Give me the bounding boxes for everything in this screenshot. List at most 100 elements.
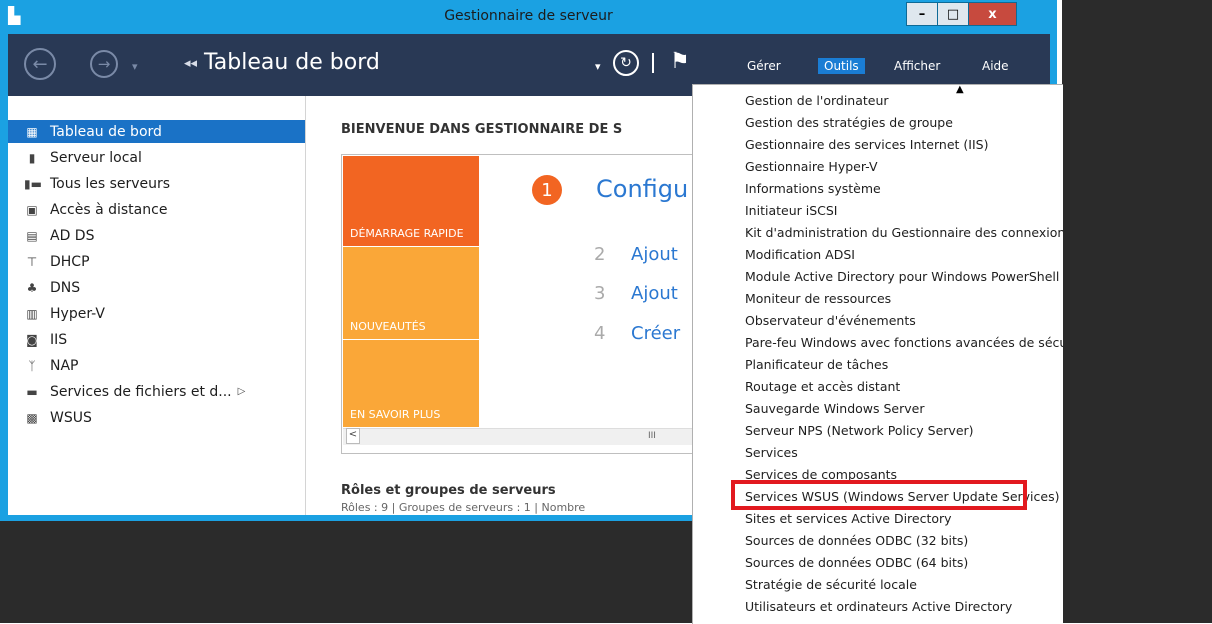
sidebar-item-iis[interactable]: ◙ IIS xyxy=(8,328,305,351)
step-4-link[interactable]: Créer xyxy=(631,323,680,344)
menu-item[interactable]: Gestionnaire des services Internet (IIS) xyxy=(745,137,988,152)
notifications-flag-icon[interactable]: ⚑ xyxy=(670,49,690,74)
sidebar-item-ad-ds[interactable]: ▤ AD DS xyxy=(8,224,305,247)
step-3-number: 3 xyxy=(594,283,606,304)
toolbar-separator xyxy=(652,53,654,73)
menu-item[interactable]: Utilisateurs et ordinateurs Active Direc… xyxy=(745,599,1012,614)
menu-item[interactable]: Planificateur de tâches xyxy=(745,357,888,372)
tile-label: EN SAVOIR PLUS xyxy=(350,408,441,421)
expand-arrow-icon[interactable]: ▷ xyxy=(238,386,246,397)
desktop-background-right xyxy=(1062,0,1212,521)
sidebar-item-label: Tableau de bord xyxy=(50,123,162,140)
welcome-heading: BIENVENUE DANS GESTIONNAIRE DE S xyxy=(341,122,623,137)
step-1-badge: 1 xyxy=(532,175,562,205)
horizontal-scrollbar[interactable]: < III xyxy=(343,428,701,445)
menu-item[interactable]: Informations système xyxy=(745,181,881,196)
menu-gerer[interactable]: Gérer xyxy=(747,59,781,73)
hyper-v-icon: ▥ xyxy=(26,306,38,321)
sidebar-item-label: IIS xyxy=(50,331,68,348)
step-4-number: 4 xyxy=(594,323,606,344)
menu-item[interactable]: Sauvegarde Windows Server xyxy=(745,401,924,416)
scroll-thumb[interactable]: III xyxy=(648,431,656,441)
tile-en-savoir-plus[interactable]: EN SAVOIR PLUS xyxy=(343,340,479,427)
menu-item[interactable]: Serveur NPS (Network Policy Server) xyxy=(745,423,974,438)
maximize-button[interactable]: □ xyxy=(938,3,969,25)
menu-item[interactable]: Gestion de l'ordinateur xyxy=(745,93,889,108)
sidebar-item-tableau-de-bord[interactable]: ▦ Tableau de bord xyxy=(8,120,305,143)
title-bar: ▙ Gestionnaire de serveur – □ x xyxy=(0,0,1057,34)
tools-dropdown-menu: ▲ Gestion de l'ordinateur Gestion des st… xyxy=(692,84,1063,624)
sidebar-item-label: Hyper-V xyxy=(50,305,105,322)
scroll-up-caret-icon[interactable]: ▲ xyxy=(956,85,964,95)
sidebar-item-tous-les-serveurs[interactable]: ▮▬ Tous les serveurs xyxy=(8,172,305,195)
menu-item[interactable]: Modification ADSI xyxy=(745,247,855,262)
menu-item[interactable]: Moniteur de ressources xyxy=(745,291,891,306)
sidebar-item-serveur-local[interactable]: ▮ Serveur local xyxy=(8,146,305,169)
menu-item[interactable]: Sites et services Active Directory xyxy=(745,511,952,526)
sidebar-item-label: AD DS xyxy=(50,227,95,244)
breadcrumb-dropdown-icon[interactable]: ▾ xyxy=(595,60,601,73)
nap-icon: ᛉ xyxy=(28,358,36,373)
tile-nouveautes[interactable]: NOUVEAUTÉS xyxy=(343,247,479,339)
sidebar-item-wsus[interactable]: ▩ WSUS xyxy=(8,406,305,429)
sidebar-item-dns[interactable]: ♣ DNS xyxy=(8,276,305,299)
roles-summary: Rôles : 9 | Groupes de serveurs : 1 | No… xyxy=(341,501,586,514)
sidebar-item-label: Tous les serveurs xyxy=(50,175,171,192)
menu-item[interactable]: Routage et accès distant xyxy=(745,379,900,394)
scroll-left-button[interactable]: < xyxy=(346,428,360,444)
menu-item[interactable]: Initiateur iSCSI xyxy=(745,203,838,218)
minimize-button[interactable]: – xyxy=(907,3,938,25)
tile-demarrage-rapide[interactable]: DÉMARRAGE RAPIDE xyxy=(343,156,479,246)
step-1-link[interactable]: Configu xyxy=(596,175,688,203)
sidebar-item-label: NAP xyxy=(50,357,79,374)
refresh-icon[interactable]: ↻ xyxy=(613,50,639,76)
menu-item[interactable]: Gestion des stratégies de groupe xyxy=(745,115,953,130)
wsus-icon: ▩ xyxy=(26,410,38,425)
sidebar-item-label: Accès à distance xyxy=(50,201,168,218)
sidebar-item-label: DNS xyxy=(50,279,81,296)
sidebar-item-services-de-fichiers[interactable]: ▬ Services de fichiers et d... ▷ xyxy=(8,380,305,403)
menu-item[interactable]: Sources de données ODBC (32 bits) xyxy=(745,533,968,548)
close-button[interactable]: x xyxy=(969,3,1016,25)
iis-icon: ◙ xyxy=(26,332,38,347)
file-services-icon: ▬ xyxy=(26,384,38,399)
sidebar-item-dhcp[interactable]: ⊤ DHCP xyxy=(8,250,305,273)
menu-afficher[interactable]: Afficher xyxy=(894,59,940,73)
sidebar-item-label: Services de fichiers et d... xyxy=(50,383,232,400)
menu-item[interactable]: Kit d'administration du Gestionnaire des… xyxy=(745,225,1063,240)
sidebar-item-label: WSUS xyxy=(50,409,92,426)
highlight-box xyxy=(731,480,1027,510)
sidebar-item-acces-a-distance[interactable]: ▣ Accès à distance xyxy=(8,198,305,221)
menu-item[interactable]: Sources de données ODBC (64 bits) xyxy=(745,555,968,570)
sidebar-item-label: DHCP xyxy=(50,253,90,270)
menu-item[interactable]: Services xyxy=(745,445,798,460)
chevron-down-icon[interactable]: ▾ xyxy=(132,60,138,73)
sidebar-item-nap[interactable]: ᛉ NAP xyxy=(8,354,305,377)
dns-icon: ♣ xyxy=(26,280,38,295)
tile-label: NOUVEAUTÉS xyxy=(350,320,426,333)
window-title: Gestionnaire de serveur xyxy=(444,8,613,24)
menu-item[interactable]: Pare-feu Windows avec fonctions avancées… xyxy=(745,335,1063,350)
back-button[interactable]: ← xyxy=(24,48,56,80)
menu-item[interactable]: Module Active Directory pour Windows Pow… xyxy=(745,269,1059,284)
dashboard-icon: ▦ xyxy=(26,124,38,139)
page-title: Tableau de bord xyxy=(204,50,380,75)
menu-item[interactable]: Observateur d'événements xyxy=(745,313,916,328)
step-2-link[interactable]: Ajout xyxy=(631,244,678,265)
sidebar-item-hyper-v[interactable]: ▥ Hyper-V xyxy=(8,302,305,325)
server-icon: ▮ xyxy=(28,150,36,165)
menu-aide[interactable]: Aide xyxy=(982,59,1009,73)
window-controls: – □ x xyxy=(906,2,1017,26)
servers-icon: ▮▬ xyxy=(24,176,42,191)
menu-outils[interactable]: Outils xyxy=(818,58,865,74)
menu-item[interactable]: Gestionnaire Hyper-V xyxy=(745,159,878,174)
roles-heading: Rôles et groupes de serveurs xyxy=(341,483,556,498)
ad-ds-icon: ▤ xyxy=(26,228,38,243)
forward-button[interactable]: → xyxy=(90,50,118,78)
dhcp-icon: ⊤ xyxy=(26,254,38,269)
menu-item[interactable]: Stratégie de sécurité locale xyxy=(745,577,917,592)
step-3-link[interactable]: Ajout xyxy=(631,283,678,304)
quick-start-panel: DÉMARRAGE RAPIDE NOUVEAUTÉS EN SAVOIR PL… xyxy=(341,154,703,454)
step-2-number: 2 xyxy=(594,244,606,265)
breadcrumb-arrows-icon: ◂◂ xyxy=(184,56,198,71)
